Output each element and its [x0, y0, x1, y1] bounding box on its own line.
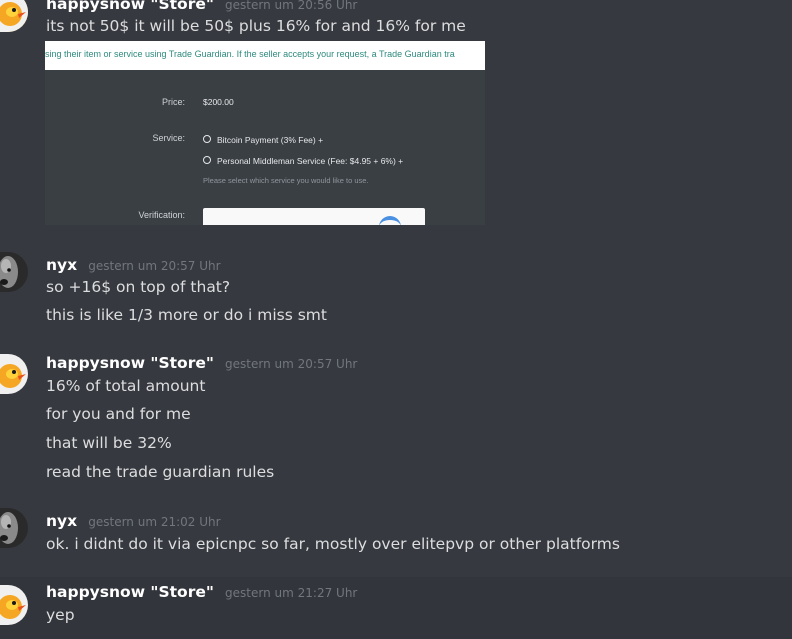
message-group: nyx gestern um 21:02 Uhr ok. i didnt do … [0, 504, 792, 570]
message-author[interactable]: nyx [46, 512, 77, 530]
message-text: its not 50$ it will be 50$ plus 16% for … [46, 17, 466, 35]
message-author[interactable]: happysnow "Store" [46, 583, 214, 601]
happysnow-avatar-icon[interactable] [0, 354, 28, 394]
message-timestamp: gestern um 20:57 Uhr [225, 357, 358, 371]
verification-label: Verification: [138, 210, 185, 220]
message-text: ok. i didnt do it via epicnpc so far, mo… [46, 535, 620, 553]
radio-personal-middleman [203, 156, 211, 164]
nyx-avatar-icon[interactable] [0, 252, 28, 292]
embed-notice-text: sing their item or service using Trade G… [45, 49, 455, 59]
embed-divider [45, 70, 485, 84]
message-author[interactable]: nyx [46, 256, 77, 274]
message-text: for you and for me [46, 405, 191, 423]
price-value: $200.00 [203, 97, 234, 107]
message-text: so +16$ on top of that? [46, 278, 231, 296]
service-option-bitcoin: Bitcoin Payment (3% Fee) + [217, 135, 324, 145]
price-label: Price: [161, 97, 185, 107]
service-hint: Please select which service you would li… [203, 176, 369, 185]
embedded-screenshot[interactable]: sing their item or service using Trade G… [45, 41, 485, 225]
embed-notice-bar: sing their item or service using Trade G… [45, 41, 485, 70]
message-timestamp: gestern um 20:56 Uhr [225, 0, 358, 12]
nyx-avatar-icon[interactable] [0, 508, 28, 548]
message-author[interactable]: happysnow "Store" [46, 354, 214, 372]
message-timestamp: gestern um 20:57 Uhr [88, 259, 221, 273]
message-timestamp: gestern um 21:27 Uhr [225, 586, 358, 600]
message-text: yep [46, 606, 75, 624]
message-group-hovered: happysnow "Store" gestern um 21:27 Uhr y… [0, 577, 792, 639]
service-option-middleman: Personal Middleman Service (Fee: $4.95 +… [217, 156, 404, 166]
message-text: that will be 32% [46, 434, 172, 452]
message-group: happysnow "Store" gestern um 20:57 Uhr 1… [0, 346, 792, 490]
message-timestamp: gestern um 21:02 Uhr [88, 515, 221, 529]
message-text: this is like 1/3 more or do i miss smt [46, 306, 327, 324]
happysnow-avatar-icon[interactable] [0, 0, 28, 32]
recaptcha-icon [379, 216, 401, 225]
happysnow-avatar-icon[interactable] [0, 585, 28, 625]
message-author[interactable]: happysnow "Store" [46, 0, 214, 13]
message-text: read the trade guardian rules [46, 463, 275, 481]
radio-bitcoin-payment [203, 135, 211, 143]
message-group: happysnow "Store" gestern um 20:56 Uhr i… [0, 0, 792, 230]
message-group: nyx gestern um 20:57 Uhr so +16$ on top … [0, 248, 792, 332]
message-text: 16% of total amount [46, 377, 206, 395]
captcha-box [203, 208, 425, 225]
service-label: Service: [152, 133, 185, 143]
